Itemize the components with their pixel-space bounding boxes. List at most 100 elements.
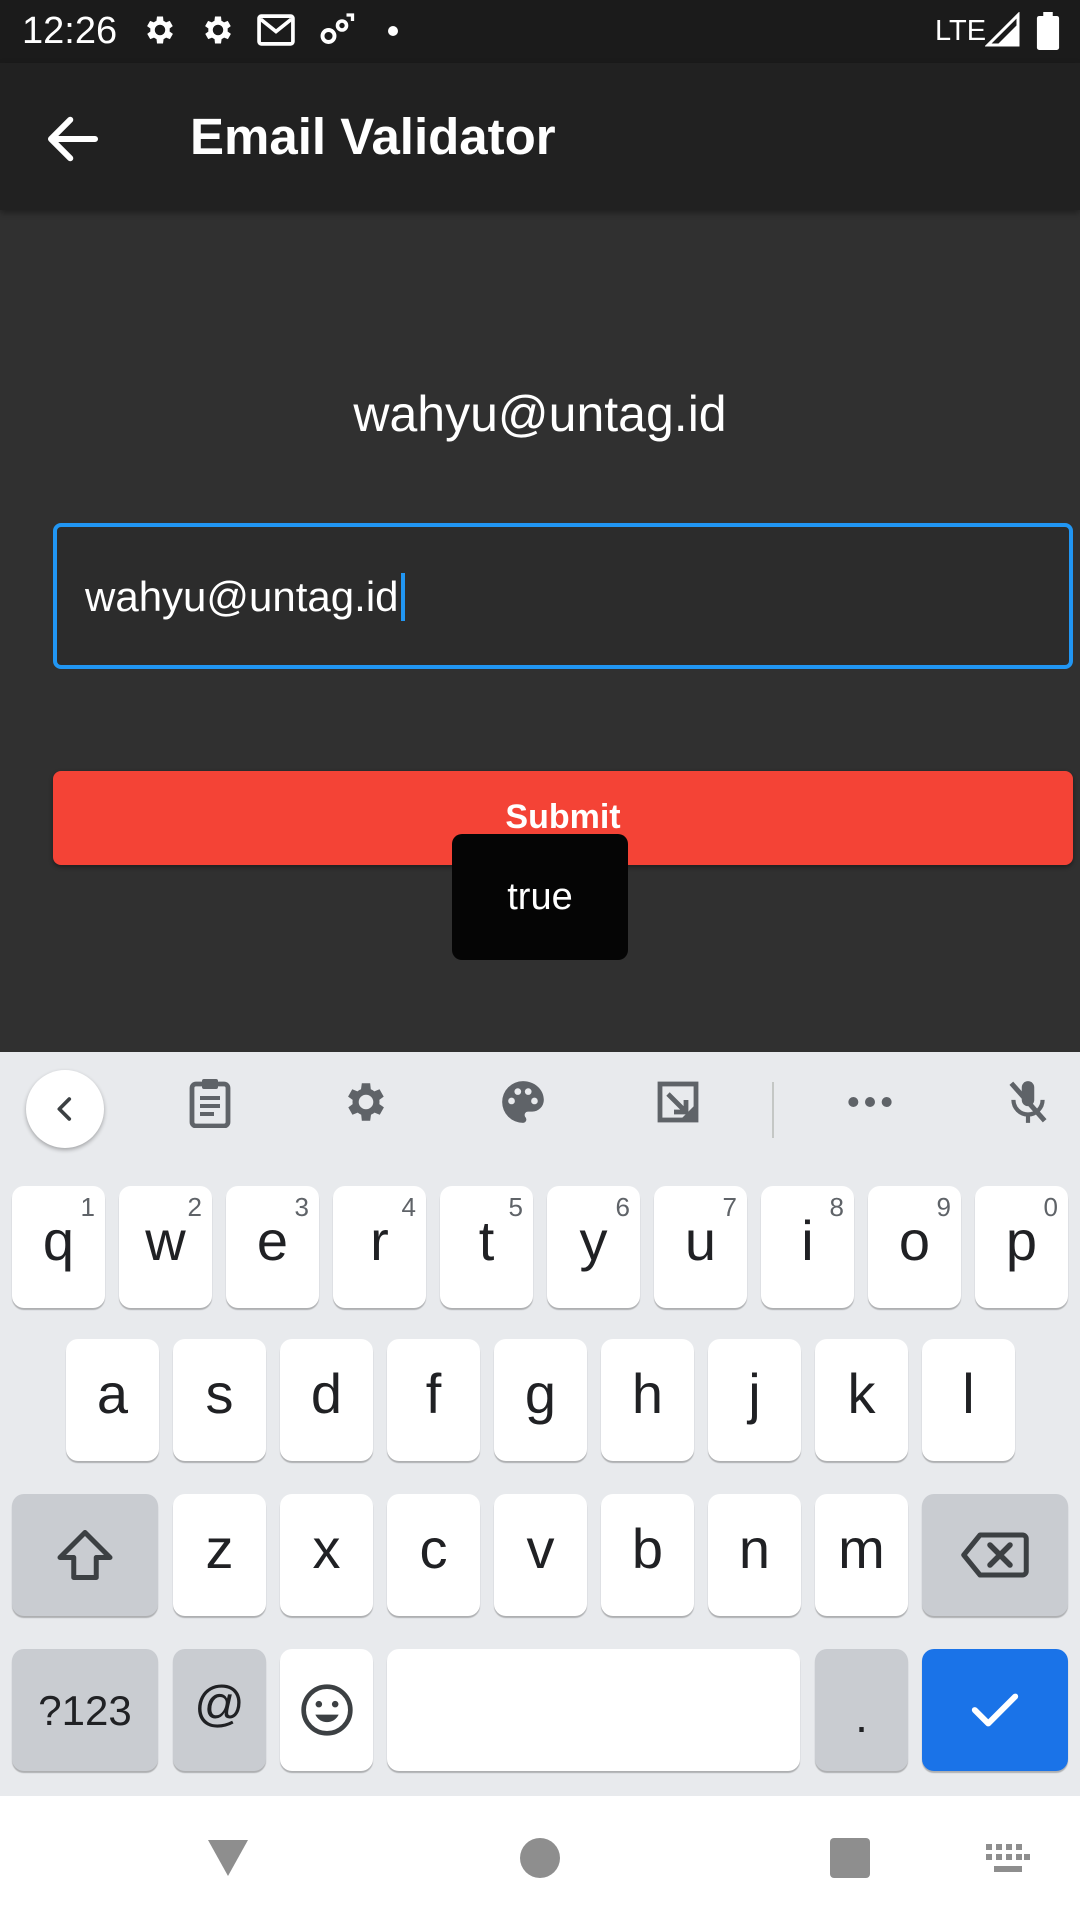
key-x[interactable]: x (280, 1494, 373, 1616)
signal-icon (985, 12, 1020, 47)
text-cursor (400, 573, 405, 621)
key-l[interactable]: l (922, 1339, 1015, 1461)
key-hint: 9 (936, 1192, 951, 1222)
nav-back-icon[interactable] (204, 1836, 252, 1880)
key-label: l (962, 1362, 975, 1425)
key-hint: 8 (829, 1192, 844, 1222)
toolbar-divider (772, 1082, 774, 1138)
resize-icon (657, 1081, 699, 1123)
submit-button-label: Submit (505, 798, 621, 836)
keyboard-settings-button[interactable] (334, 1070, 398, 1134)
key-c[interactable]: c (387, 1494, 480, 1616)
toast-text: true (507, 876, 573, 918)
key-b[interactable]: b (601, 1494, 694, 1616)
backspace-key[interactable] (922, 1494, 1068, 1616)
palette-icon (502, 1081, 544, 1123)
arrow-back-icon[interactable] (40, 106, 106, 172)
notification-dot (388, 26, 398, 36)
key-f[interactable]: f (387, 1339, 480, 1461)
key-label: c (419, 1517, 448, 1580)
emoji-key[interactable] (280, 1649, 373, 1771)
key-label: @ (194, 1676, 245, 1732)
key-o[interactable]: o9 (868, 1186, 961, 1308)
key-hint: 0 (1043, 1192, 1058, 1222)
voice-input-button[interactable] (996, 1070, 1060, 1134)
key-r[interactable]: r4 (333, 1186, 426, 1308)
key-hint: 7 (722, 1192, 737, 1222)
key-d[interactable]: d (280, 1339, 373, 1461)
key-label: z (205, 1517, 234, 1580)
gmail-icon (257, 14, 295, 46)
chevron-left-icon (57, 1097, 72, 1121)
symbols-key[interactable]: ?123 (12, 1649, 158, 1771)
more-button[interactable] (838, 1070, 902, 1134)
status-bar: 12:26 LTE (0, 0, 1080, 63)
theme-button[interactable] (491, 1070, 555, 1134)
key-label: f (425, 1362, 442, 1425)
status-time: 12:26 (22, 10, 118, 52)
backspace-icon (961, 1532, 1029, 1578)
key-y[interactable]: y6 (547, 1186, 640, 1308)
email-display-text: wahyu@untag.id (353, 386, 727, 442)
shift-icon (57, 1530, 113, 1580)
space-key[interactable] (387, 1649, 800, 1771)
soft-keyboard: q1 w2 e3 r4 t5 y6 u7 i8 o9 p0 a s d f g … (0, 1052, 1080, 1796)
key-t[interactable]: t5 (440, 1186, 533, 1308)
key-i[interactable]: i8 (761, 1186, 854, 1308)
key-hint: 6 (615, 1192, 630, 1222)
clipboard-icon (189, 1079, 231, 1128)
key-v[interactable]: v (494, 1494, 587, 1616)
key-label: x (312, 1517, 341, 1580)
key-p[interactable]: p0 (975, 1186, 1068, 1308)
key-label: h (631, 1362, 664, 1425)
key-label: s (205, 1362, 234, 1425)
key-g[interactable]: g (494, 1339, 587, 1461)
check-icon (971, 1693, 1019, 1727)
key-m[interactable]: m (815, 1494, 908, 1616)
email-input-value: wahyu@untag.id (85, 573, 399, 620)
keyboard-collapse-button[interactable] (26, 1070, 104, 1148)
key-label: m (838, 1517, 885, 1580)
sync-icon (320, 13, 355, 44)
shift-key[interactable] (12, 1494, 158, 1616)
key-s[interactable]: s (173, 1339, 266, 1461)
nav-home-icon[interactable] (520, 1838, 560, 1878)
key-j[interactable]: j (708, 1339, 801, 1461)
key-h[interactable]: h (601, 1339, 694, 1461)
network-type: LTE (935, 15, 987, 47)
emoji-icon (300, 1684, 353, 1736)
key-q[interactable]: q1 (12, 1186, 105, 1308)
key-u[interactable]: u7 (654, 1186, 747, 1308)
key-a[interactable]: a (66, 1339, 159, 1461)
period-key[interactable]: . (815, 1649, 908, 1771)
key-w[interactable]: w2 (119, 1186, 212, 1308)
settings-icon (205, 16, 231, 44)
key-label: ?123 (38, 1687, 132, 1734)
key-hint: 2 (187, 1192, 202, 1222)
key-z[interactable]: z (173, 1494, 266, 1616)
key-label: g (524, 1362, 557, 1425)
key-label: k (847, 1362, 876, 1425)
key-label: j (748, 1362, 761, 1425)
key-label: n (738, 1517, 771, 1580)
key-label: a (96, 1362, 129, 1425)
settings-icon (147, 16, 173, 44)
nav-recents-icon[interactable] (830, 1838, 870, 1878)
email-input[interactable]: wahyu@untag.id (53, 523, 1073, 669)
done-key[interactable] (922, 1649, 1068, 1771)
resize-button[interactable] (646, 1070, 710, 1134)
battery-icon (1036, 12, 1060, 50)
key-label: . (855, 1690, 868, 1742)
key-hint: 5 (508, 1192, 523, 1222)
key-e[interactable]: e3 (226, 1186, 319, 1308)
keyboard-switch-icon[interactable] (986, 1844, 1030, 1876)
key-hint: 1 (80, 1192, 95, 1222)
page-title: Email Validator (190, 108, 556, 165)
key-n[interactable]: n (708, 1494, 801, 1616)
settings-icon (348, 1083, 384, 1121)
clipboard-button[interactable] (178, 1070, 242, 1134)
more-icon (848, 1097, 892, 1107)
toast-message: true (452, 834, 628, 960)
at-key[interactable]: @ (173, 1649, 266, 1771)
key-k[interactable]: k (815, 1339, 908, 1461)
